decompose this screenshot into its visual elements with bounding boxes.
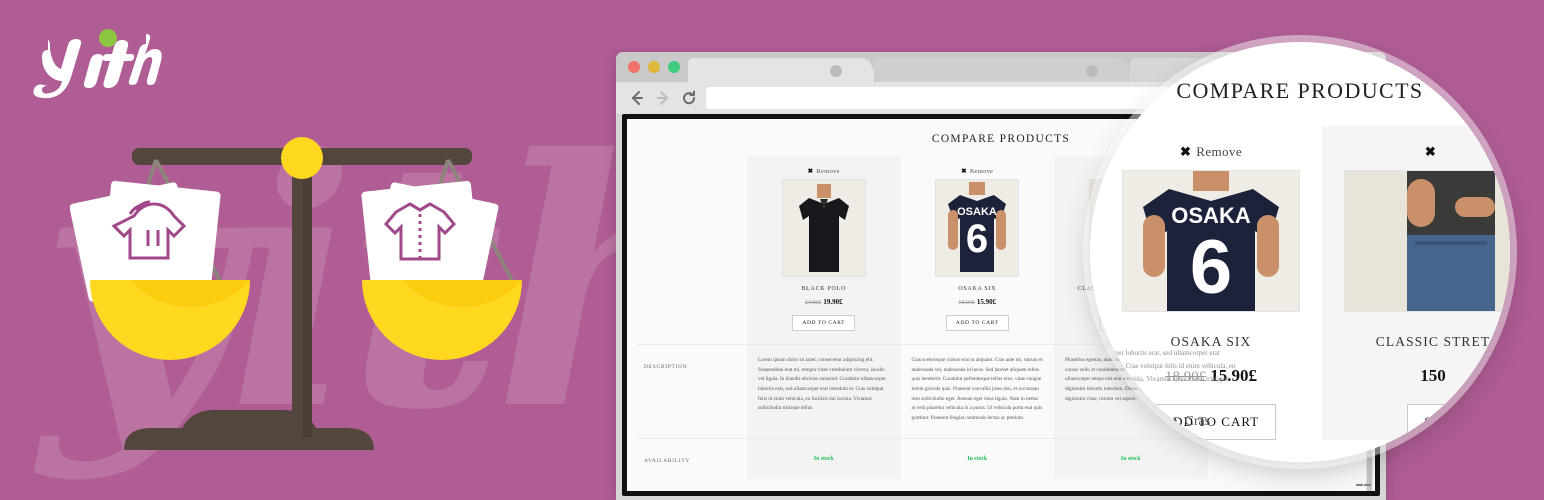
- close-icon: ✖: [1179, 144, 1192, 159]
- remove-link-1[interactable]: ✖ Remove: [748, 158, 900, 179]
- back-button[interactable]: [624, 85, 650, 111]
- row-label-description: DESCRIPTION: [644, 364, 688, 370]
- availability-cell-2: In stock: [967, 456, 988, 463]
- product-name-2[interactable]: OSAKA SIX: [902, 277, 1054, 292]
- remove-link-2[interactable]: ✖ Remove: [902, 158, 1054, 179]
- svg-text:6: 6: [1190, 225, 1232, 310]
- close-icon: ✖: [1424, 144, 1437, 159]
- product-price-1: 24.90£ 19.90£: [804, 298, 843, 306]
- scale-pan-right: [362, 280, 522, 360]
- row-label-cell: [637, 157, 747, 345]
- minimize-dot-icon[interactable]: [648, 61, 660, 73]
- product-cell-1: ✖ Remove BLACK POLO 24.90£ 19.90£ ADD TO C…: [747, 157, 901, 345]
- add-to-cart-button-1[interactable]: ADD TO CART: [792, 315, 856, 331]
- window-controls[interactable]: [628, 61, 680, 73]
- magnified-product-name-2[interactable]: CLASSIC STRET: [1322, 312, 1510, 350]
- scale-pivot: [281, 137, 323, 179]
- description-cell-2: Cras scelerisque cursus erat in aliquam.…: [911, 357, 1043, 421]
- magnified-product-jeans: ✖ CLASSIC STRET 150 SE: [1322, 126, 1510, 440]
- magnified-page-title: COMPARE PRODUCTS: [1176, 78, 1424, 103]
- magnified-product-image[interactable]: OSAKA 6: [1122, 170, 1300, 312]
- scale-pan-left: [90, 280, 250, 360]
- magnified-remove-link[interactable]: ✖ Remove: [1100, 126, 1322, 170]
- poster-canvas: yith: [0, 0, 1544, 500]
- magnified-product-price-2: 150: [1420, 366, 1446, 385]
- magnified-tail-text: in aliquam. Cras: [1118, 414, 1211, 429]
- magnified-remove-link-2[interactable]: ✖: [1322, 126, 1510, 170]
- product-price-2: 18.90£ 15.90£: [958, 298, 997, 306]
- row-label-availability: AVAILABILITY: [644, 458, 691, 465]
- scale-base: [124, 410, 374, 450]
- close-icon: ✖: [807, 168, 814, 175]
- svg-text:6: 6: [966, 217, 988, 261]
- close-dot-icon[interactable]: [628, 61, 640, 73]
- tab-favicon-icon: [830, 65, 842, 77]
- product-image-2[interactable]: OSAKA 6: [935, 179, 1020, 277]
- description-cell-1: Lorem ipsum dolor sit amet, consectetur …: [747, 344, 901, 439]
- add-to-cart-button-2[interactable]: ADD TO CART: [945, 315, 1009, 331]
- browser-tab-2[interactable]: [874, 58, 1135, 82]
- magnifier-lens: COMPARE PRODUCTS ✖ Remove OSAKA 6 OSAKA …: [1090, 42, 1510, 462]
- yith-logo: [30, 22, 290, 102]
- maximize-dot-icon[interactable]: [668, 61, 680, 73]
- magnified-faint-description: ullamcorper lobortis erat, sed ullamcorp…: [1090, 348, 1236, 397]
- browser-tab-1[interactable]: [688, 58, 879, 82]
- balance-scale-illustration: [69, 120, 540, 470]
- reload-button[interactable]: [676, 85, 702, 111]
- product-name-1[interactable]: BLACK POLO: [748, 277, 900, 292]
- close-icon: ✖: [961, 168, 967, 175]
- forward-button[interactable]: [650, 85, 676, 111]
- magnified-product-image-2[interactable]: [1344, 170, 1510, 312]
- resize-handle-icon[interactable]: ▬▬: [1356, 480, 1372, 488]
- product-image-1[interactable]: [781, 179, 866, 277]
- magnified-product-name[interactable]: OSAKA SIX: [1100, 312, 1322, 350]
- availability-cell-1: In stock: [747, 438, 901, 480]
- product-cell-2: ✖ Remove OSAKA 6 OSAKA SIX 18.90£ 15.90£ AD…: [901, 157, 1055, 345]
- logo-dot-icon: [99, 29, 117, 47]
